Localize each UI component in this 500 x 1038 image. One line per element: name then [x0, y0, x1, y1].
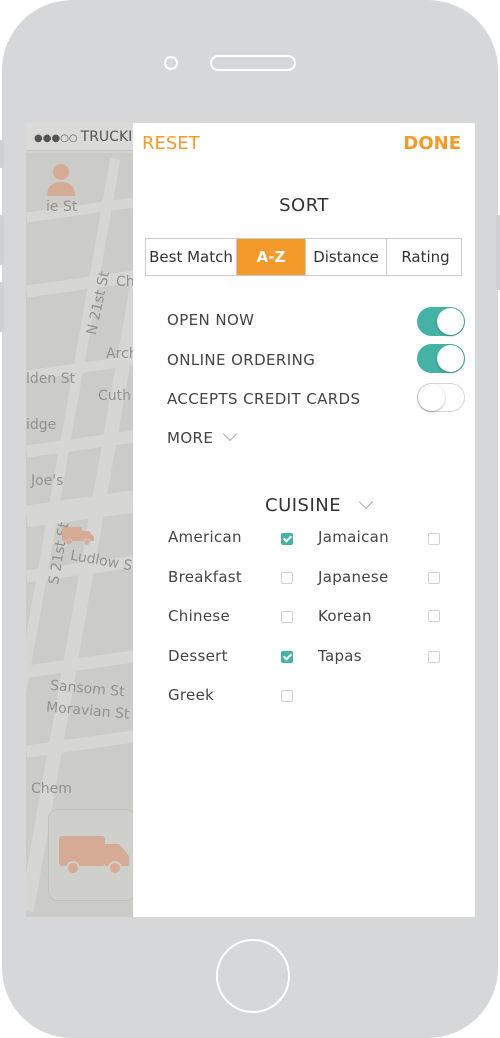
cuisine-checkbox-breakfast[interactable]: [281, 572, 293, 584]
toggle-knob: [437, 308, 464, 335]
cuisine-checkbox-korean[interactable]: [428, 610, 440, 622]
done-button[interactable]: DONE: [403, 133, 461, 154]
filter-online-ordering: ONLINE ORDERING: [167, 344, 465, 373]
cuisine-checkbox-jamaican[interactable]: [428, 533, 440, 545]
sort-option-a-z[interactable]: A-Z: [237, 239, 306, 275]
front-camera: [164, 56, 178, 70]
cuisine-item-breakfast: Breakfast: [168, 568, 243, 586]
more-filters-toggle[interactable]: MORE: [167, 426, 238, 447]
filter-panel: RESET DONE SORT Best Match A-Z Distance …: [133, 123, 475, 917]
online-ordering-toggle[interactable]: [417, 344, 465, 373]
volume-up-button: [0, 215, 4, 265]
cuisine-checkbox-american[interactable]: [281, 533, 293, 545]
cuisine-checkbox-japanese[interactable]: [428, 572, 440, 584]
cuisine-checkbox-greek[interactable]: [281, 690, 293, 702]
sort-segmented-control: Best Match A-Z Distance Rating: [145, 238, 462, 276]
cuisine-item-tapas: Tapas: [318, 647, 362, 665]
power-button: [496, 215, 500, 290]
volume-down-button: [0, 282, 4, 332]
cuisine-item-greek: Greek: [168, 686, 215, 704]
more-label: MORE: [167, 429, 214, 447]
toggle-knob: [437, 345, 464, 372]
cuisine-item-american: American: [168, 528, 242, 546]
cuisine-header[interactable]: CUISINE: [265, 494, 374, 516]
filter-accepts-credit-cards: ACCEPTS CREDIT CARDS: [167, 383, 465, 412]
cuisine-item-japanese: Japanese: [318, 568, 389, 586]
sort-option-best-match[interactable]: Best Match: [146, 239, 237, 275]
home-button[interactable]: [216, 939, 290, 1013]
sort-option-distance[interactable]: Distance: [306, 239, 387, 275]
toggle-knob: [418, 384, 445, 411]
chevron-down-icon: [223, 426, 238, 442]
mute-switch: [0, 140, 4, 168]
filter-label: OPEN NOW: [167, 311, 255, 329]
cuisine-checkbox-tapas[interactable]: [428, 651, 440, 663]
cuisine-item-chinese: Chinese: [168, 607, 231, 625]
screen: ie St N 21st St Ch Arch lden St Cuth idg…: [26, 123, 475, 917]
reset-button[interactable]: RESET: [142, 133, 200, 154]
cuisine-item-dessert: Dessert: [168, 647, 228, 665]
filter-label: ONLINE ORDERING: [167, 351, 316, 369]
chevron-down-icon: [359, 494, 374, 510]
filter-open-now: OPEN NOW: [167, 307, 465, 336]
cuisine-item-jamaican: Jamaican: [318, 528, 389, 546]
sort-title: SORT: [279, 195, 329, 216]
cuisine-item-korean: Korean: [318, 607, 372, 625]
filter-label: ACCEPTS CREDIT CARDS: [167, 390, 361, 408]
map-overlay: [26, 123, 134, 917]
cuisine-checkbox-dessert[interactable]: [281, 651, 293, 663]
open-now-toggle[interactable]: [417, 307, 465, 336]
accepts-credit-cards-toggle[interactable]: [417, 383, 465, 412]
sort-option-rating[interactable]: Rating: [387, 239, 464, 275]
cuisine-checkbox-chinese[interactable]: [281, 611, 293, 623]
earpiece-speaker: [210, 55, 296, 71]
cuisine-title: CUISINE: [265, 495, 342, 516]
